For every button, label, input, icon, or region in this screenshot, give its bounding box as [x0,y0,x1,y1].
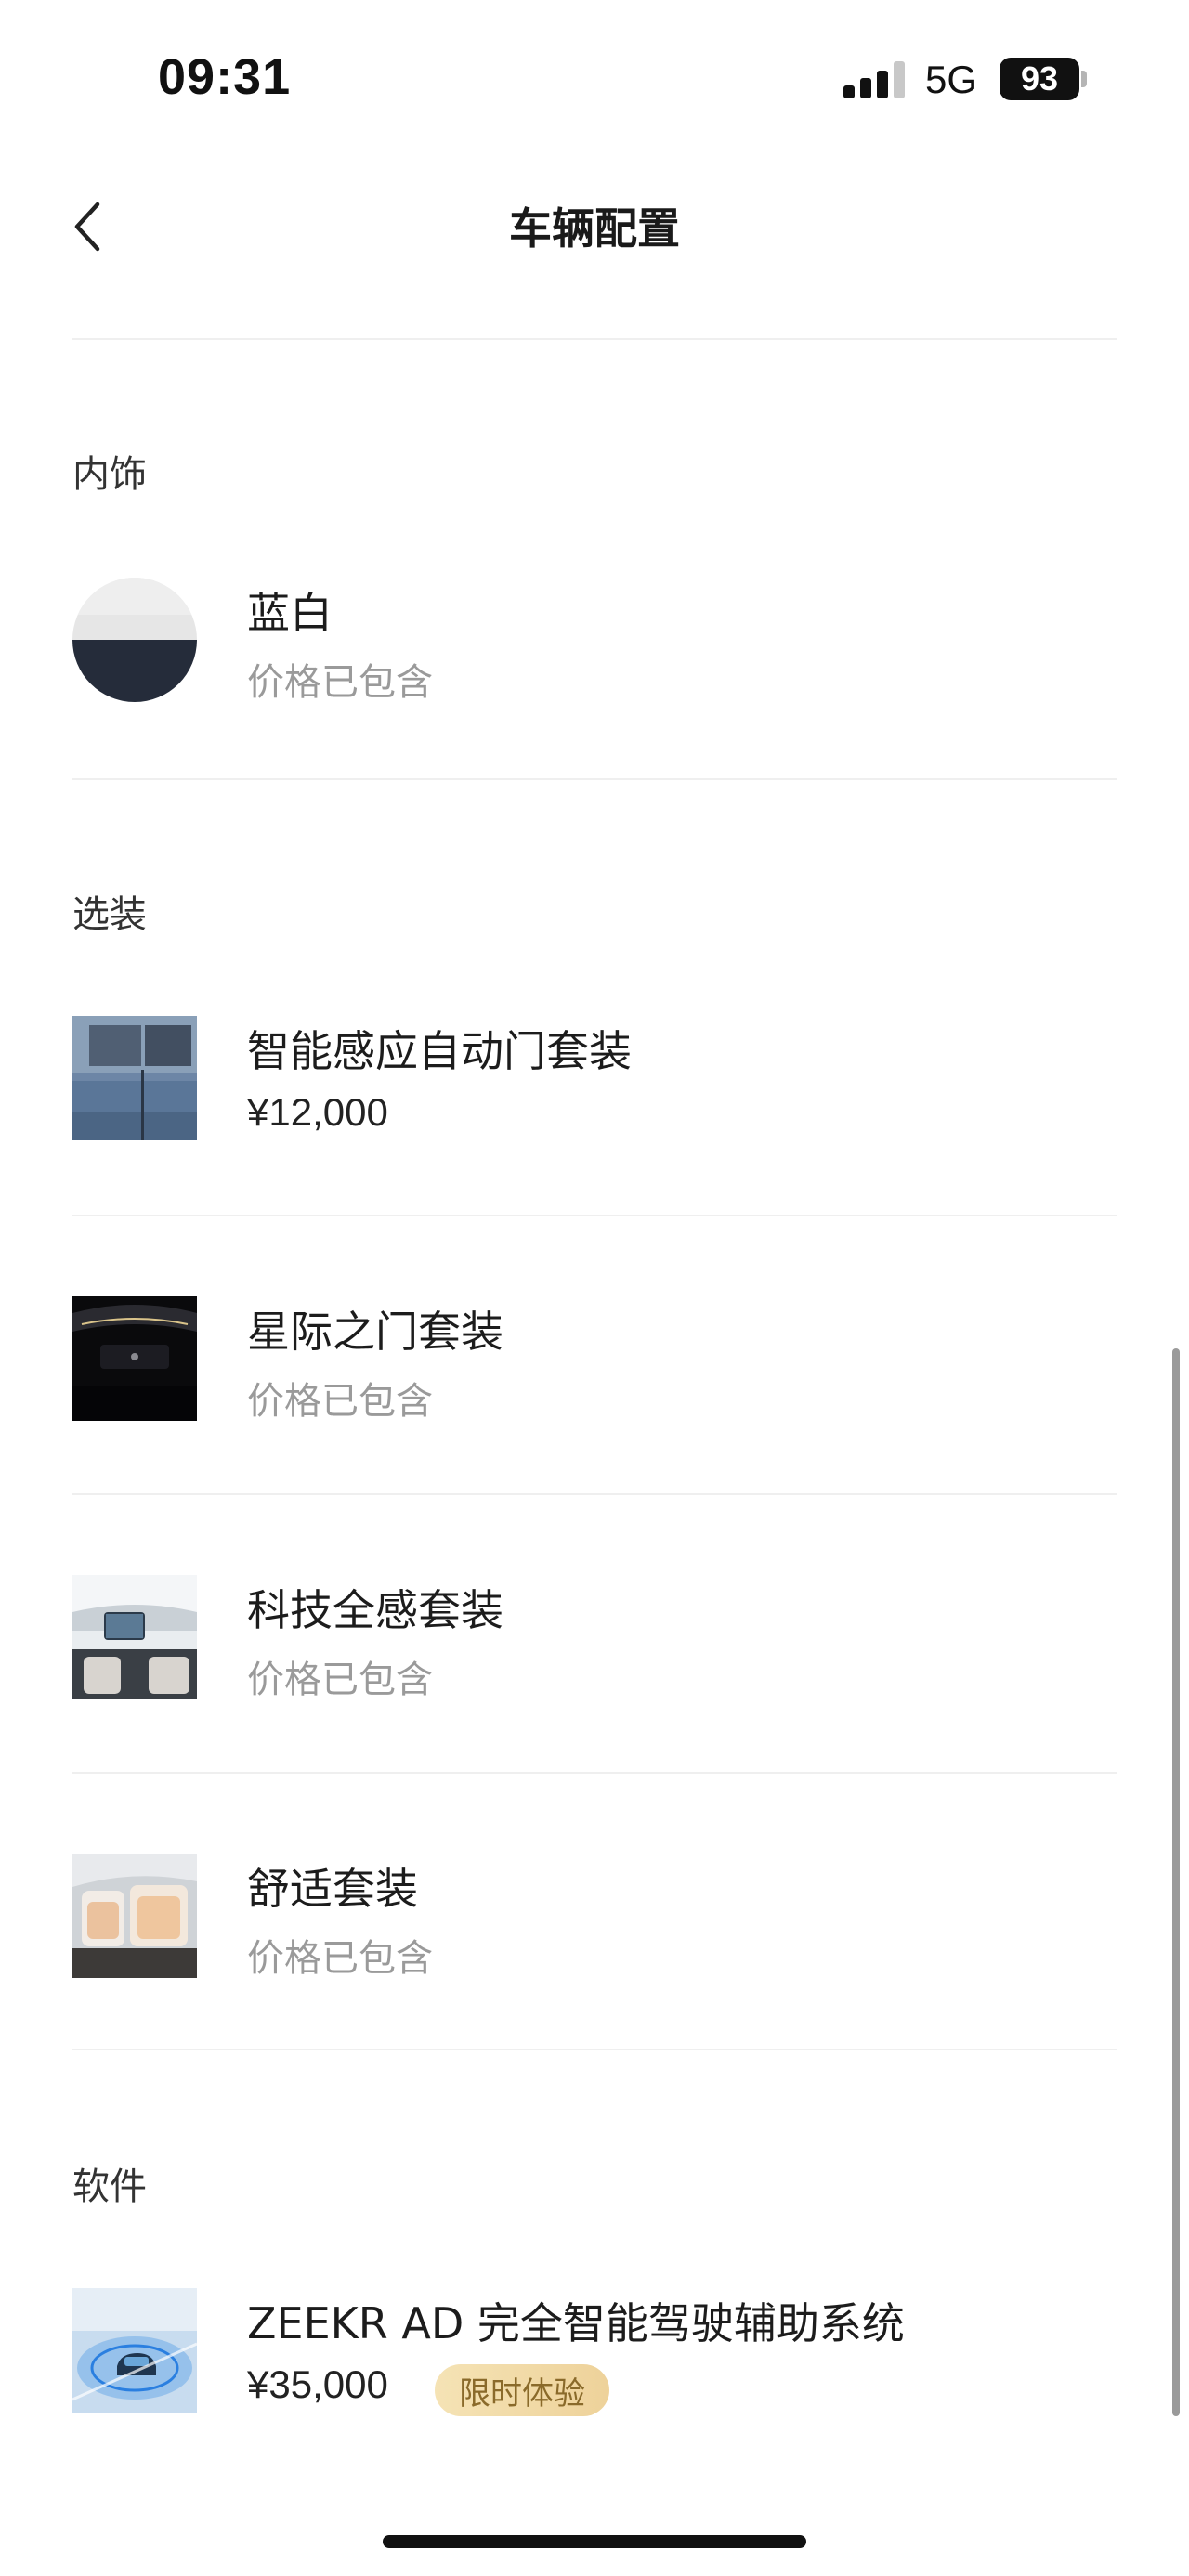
divider [72,1493,1117,1495]
item-price: ¥12,000 [247,1090,388,1134]
interior-item-blue-white[interactable]: 蓝白 价格已包含 [72,578,1117,704]
item-name: 科技全感套装 [247,1585,503,1635]
option-item-auto-door[interactable]: 智能感应自动门套装 ¥12,000 [72,1016,1117,1140]
item-name: 蓝白 [247,588,333,638]
auto-door-thumbnail [72,1016,197,1140]
network-label: 5G [925,58,978,101]
item-price-note: 价格已包含 [247,661,433,704]
divider [72,1772,1117,1774]
item-price-note: 价格已包含 [247,1937,433,1980]
item-price-note: 价格已包含 [247,1659,433,1701]
limited-trial-badge: 限时体验 [435,2364,609,2416]
option-item-tech-package[interactable]: 科技全感套装 价格已包含 [72,1575,1117,1701]
status-bar: 09:31 5G 93 [0,0,1189,158]
battery-level: 93 [1020,59,1059,98]
signal-icon [843,61,907,98]
section-title-interior: 内饰 [72,453,147,496]
zeekr-ad-thumbnail [72,2288,197,2413]
tech-package-thumbnail [72,1575,197,1699]
battery-tip [1081,71,1087,87]
item-price: ¥35,000 [247,2362,388,2406]
home-indicator[interactable] [383,2535,806,2548]
divider [72,338,1117,340]
nav-bar: 车辆配置 [0,158,1189,340]
item-name: ZEEKR AD 完全智能驾驶辅助系统 [247,2298,905,2348]
divider [72,2049,1117,2050]
stargate-thumbnail [72,1296,197,1421]
divider [72,1215,1117,1216]
scrollbar[interactable] [1172,1348,1180,2416]
item-price-note: 价格已包含 [247,1380,433,1423]
interior-swatch [72,578,197,702]
item-name: 星际之门套装 [247,1307,503,1357]
item-name: 舒适套装 [247,1864,418,1914]
status-time: 09:31 [158,49,292,105]
software-item-zeekr-ad[interactable]: ZEEKR AD 完全智能驾驶辅助系统 ¥35,000 限时体验 [72,2288,1117,2416]
section-title-options: 选装 [72,893,147,936]
comfort-package-thumbnail [72,1854,197,1978]
section-title-software: 软件 [72,2166,147,2208]
battery-icon: 93 [1000,58,1079,100]
option-item-stargate[interactable]: 星际之门套装 价格已包含 [72,1296,1117,1423]
page-title: 车辆配置 [509,203,680,254]
item-name: 智能感应自动门套装 [247,1026,632,1076]
option-item-comfort-package[interactable]: 舒适套装 价格已包含 [72,1854,1117,1980]
divider [72,778,1117,780]
